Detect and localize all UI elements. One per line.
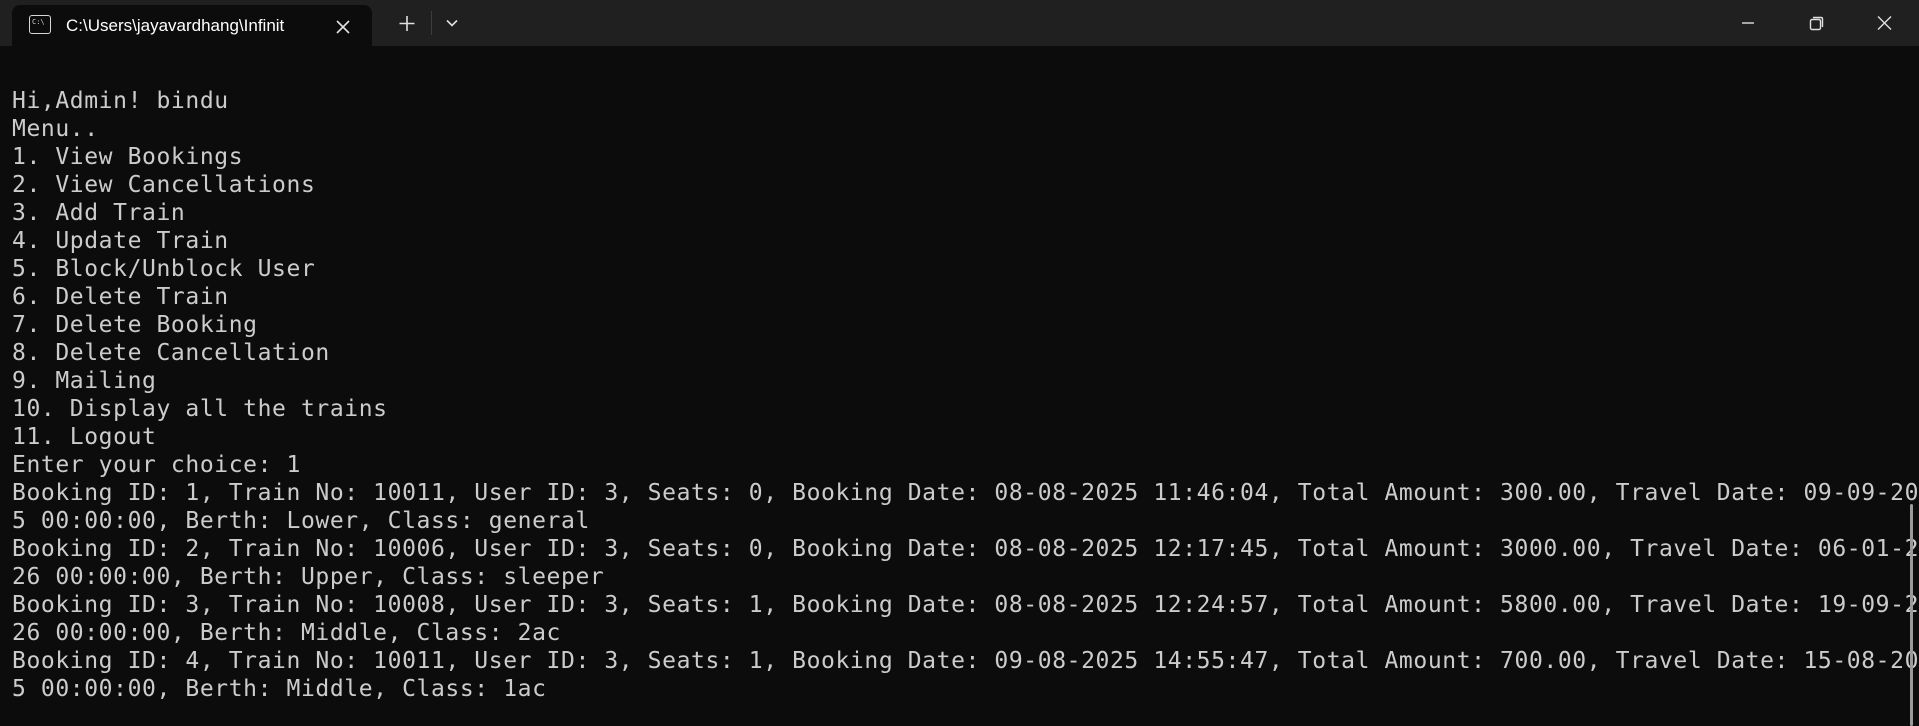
terminal-line: Booking ID: 4, Train No: 10011, User ID:… (12, 648, 1919, 674)
scrollbar-thumb[interactable] (1910, 504, 1913, 726)
tab-terminal[interactable]: C:\ C:\Users\jayavardhang\Infinit (12, 5, 372, 46)
terminal-line: 1. View Bookings (12, 144, 244, 170)
restore-icon (1809, 16, 1824, 31)
terminal-line: 9. Mailing (12, 368, 157, 394)
terminal-line: 4. Update Train (12, 228, 229, 254)
chevron-down-icon (446, 19, 458, 27)
close-icon (336, 20, 350, 34)
terminal-line: Booking ID: 3, Train No: 10008, User ID:… (12, 592, 1919, 618)
terminal-line: 7. Delete Booking (12, 312, 258, 338)
terminal-line: 26 00:00:00, Berth: Middle, Class: 2ac (12, 620, 561, 646)
terminal-line: 2. View Cancellations (12, 172, 316, 198)
new-tab-button[interactable] (389, 7, 425, 39)
minimize-icon (1742, 22, 1754, 24)
terminal-line: 8. Delete Cancellation (12, 340, 330, 366)
terminal-line: Booking ID: 2, Train No: 10006, User ID:… (12, 536, 1919, 562)
terminal-line: Menu.. (12, 116, 99, 142)
maximize-button[interactable] (1782, 0, 1850, 46)
terminal-line: 3. Add Train (12, 200, 186, 226)
tab-title: C:\Users\jayavardhang\Infinit (66, 16, 285, 35)
terminal-output: Hi,Admin! bindu Menu.. 1. View Bookings … (12, 87, 1919, 703)
title-bar[interactable]: C:\ C:\Users\jayavardhang\Infinit (0, 0, 1919, 46)
terminal-line: 5. Block/Unblock User (12, 256, 316, 282)
terminal-output-area[interactable]: Hi,Admin! bindu Menu.. 1. View Bookings … (0, 46, 1919, 726)
terminal-icon: C:\ (29, 15, 51, 34)
terminal-line: 6. Delete Train (12, 284, 229, 310)
close-icon (1877, 16, 1892, 30)
terminal-line: Enter your choice: 1 (12, 452, 301, 478)
terminal-line: 10. Display all the trains (12, 396, 388, 422)
plus-icon (399, 16, 415, 31)
minimize-button[interactable] (1714, 0, 1782, 46)
terminal-line: 11. Logout (12, 424, 157, 450)
tab-separator (431, 11, 432, 35)
close-window-button[interactable] (1850, 0, 1918, 46)
terminal-line: 5 00:00:00, Berth: Lower, Class: general (12, 508, 590, 534)
terminal-line: 5 00:00:00, Berth: Middle, Class: 1ac (12, 676, 547, 702)
terminal-line: Hi,Admin! bindu (12, 88, 229, 114)
tab-dropdown-button[interactable] (434, 7, 470, 39)
tab-close-button[interactable] (328, 13, 358, 41)
terminal-window: C:\ C:\Users\jayavardhang\Infinit Hi,Adm… (0, 0, 1919, 726)
terminal-line: Booking ID: 1, Train No: 10011, User ID:… (12, 480, 1919, 506)
terminal-line: 26 00:00:00, Berth: Upper, Class: sleepe… (12, 564, 605, 590)
